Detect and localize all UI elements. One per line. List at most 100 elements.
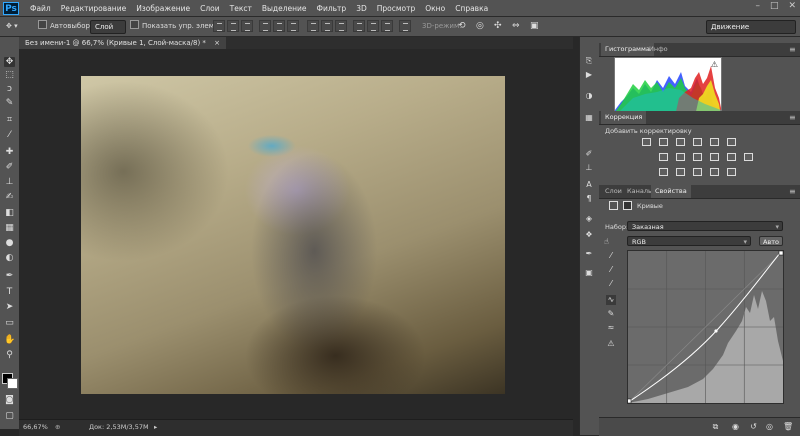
hue-saturation-icon[interactable] — [659, 153, 668, 161]
clone-stamp-icon[interactable]: ⊥ — [4, 177, 15, 187]
canvas-area[interactable] — [19, 49, 573, 419]
menu-select[interactable]: Выделение — [257, 4, 312, 13]
gradient-map-icon[interactable] — [710, 168, 719, 176]
curve-edit-points-icon[interactable]: ∿ — [606, 295, 616, 305]
menu-view[interactable]: Просмотр — [372, 4, 421, 13]
quick-select-tool-icon[interactable]: ✎ — [4, 98, 15, 108]
pen-tool-icon[interactable]: ✒ — [4, 271, 15, 281]
sample-gray-eyedropper-icon[interactable]: ⁄ — [606, 265, 616, 275]
autoselect-dropdown[interactable]: Слой — [90, 20, 126, 34]
clipping-warning-icon[interactable]: ⚠ — [606, 339, 616, 349]
layer-comps-icon[interactable]: ❖ — [583, 229, 595, 240]
channel-mixer-icon[interactable] — [727, 153, 736, 161]
shape-tool-icon[interactable]: ▭ — [4, 318, 15, 328]
clone-source-icon[interactable]: ⊥ — [583, 162, 595, 173]
blur-tool-icon[interactable]: ● — [4, 238, 15, 248]
eyedropper-tool-icon[interactable]: ⁄ — [4, 130, 15, 140]
auto-align-layers-icon[interactable] — [399, 20, 411, 32]
panel-menu-icon[interactable]: ≡ — [785, 43, 800, 56]
3d-roll-icon[interactable]: ◎ — [476, 20, 484, 32]
3d-rotate-icon[interactable]: ⟲ — [458, 20, 466, 32]
history-panel-icon[interactable]: ⎘ — [583, 55, 595, 66]
levels-icon[interactable] — [659, 138, 668, 146]
distribute-right-icon[interactable] — [381, 20, 393, 32]
tab-adjustments[interactable]: Коррекция — [601, 111, 647, 124]
hand-tool-icon[interactable]: ✋ — [4, 335, 15, 345]
menu-filter[interactable]: Фильтр — [312, 4, 352, 13]
vibrance-icon[interactable] — [710, 138, 719, 146]
menu-3d[interactable]: 3D — [351, 4, 372, 13]
gradient-tool-icon[interactable]: ▦ — [4, 223, 15, 233]
actions-panel-icon[interactable]: ▶ — [583, 69, 595, 80]
minimize-button[interactable]: – — [755, 1, 760, 11]
notes-panel-icon[interactable]: ▣ — [583, 267, 595, 278]
menu-layers[interactable]: Слои — [195, 4, 225, 13]
document-tab[interactable]: Без имени-1 @ 66,7% (Кривые 1, Слой-маск… — [19, 37, 227, 49]
align-bottom-icon[interactable] — [241, 20, 253, 32]
distribute-bottom-icon[interactable] — [335, 20, 347, 32]
align-right-icon[interactable] — [287, 20, 299, 32]
panel-menu-icon[interactable]: ≡ — [785, 111, 800, 124]
menu-file[interactable]: Файл — [25, 4, 56, 13]
align-top-icon[interactable] — [213, 20, 225, 32]
workspace-dropdown[interactable]: Движение — [706, 20, 796, 34]
3d-scale-icon[interactable]: ▣ — [530, 20, 539, 32]
eraser-tool-icon[interactable]: ◧ — [4, 208, 15, 218]
show-controls-checkbox[interactable]: Показать упр. элем. — [130, 20, 216, 32]
color-lookup-icon[interactable] — [744, 153, 753, 161]
delete-icon[interactable]: 🗑 — [783, 422, 793, 431]
preset-dropdown[interactable]: Заказная — [627, 221, 783, 232]
auto-button[interactable]: Авто — [759, 236, 783, 246]
photo-filter-icon[interactable] — [710, 153, 719, 161]
distribute-vcenter-icon[interactable] — [321, 20, 333, 32]
screen-mode-icon[interactable]: ▢ — [4, 411, 15, 421]
path-select-icon[interactable]: ➤ — [4, 302, 15, 312]
sample-white-eyedropper-icon[interactable]: ⁄ — [606, 279, 616, 289]
move-tool-preset-icon[interactable]: ✥ ▾ — [6, 20, 18, 32]
crop-tool-icon[interactable]: ⌗ — [4, 115, 15, 125]
3d-slide-icon[interactable]: ⇔ — [512, 20, 520, 32]
warning-icon[interactable]: ⚠ — [711, 60, 718, 69]
layer-mask-icon[interactable] — [623, 201, 632, 210]
3d-panel-icon[interactable]: ◈ — [583, 213, 595, 224]
paths-panel-icon[interactable]: ✒ — [583, 248, 595, 259]
status-settings-icon[interactable]: ⊕ — [55, 423, 60, 431]
curve-smooth-icon[interactable]: ≈ — [606, 323, 616, 333]
brush-panel-icon[interactable]: ✐ — [583, 148, 595, 159]
align-left-icon[interactable] — [259, 20, 271, 32]
marquee-tool-icon[interactable]: ⬚ — [4, 70, 15, 80]
posterize-icon[interactable] — [676, 168, 685, 176]
paragraph-panel-icon[interactable]: ¶ — [583, 193, 595, 204]
menu-edit[interactable]: Редактирование — [56, 4, 131, 13]
move-tool-icon[interactable]: ✥ — [4, 57, 15, 67]
menu-help[interactable]: Справка — [450, 4, 493, 13]
menu-window[interactable]: Окно — [420, 4, 450, 13]
clip-to-layer-icon[interactable]: ⧉ — [711, 422, 720, 431]
close-button[interactable]: ✕ — [788, 1, 796, 11]
view-previous-icon[interactable]: ◉ — [731, 422, 740, 431]
exposure-icon[interactable] — [693, 138, 702, 146]
tab-properties[interactable]: Свойства — [651, 185, 691, 198]
menu-image[interactable]: Изображение — [131, 4, 195, 13]
maximize-button[interactable]: □ — [770, 1, 779, 11]
align-vcenter-icon[interactable] — [227, 20, 239, 32]
black-white-icon[interactable] — [693, 153, 702, 161]
color-balance-icon[interactable] — [676, 153, 685, 161]
menu-type[interactable]: Текст — [225, 4, 257, 13]
status-menu-arrow-icon[interactable]: ▸ — [154, 423, 157, 431]
healing-brush-icon[interactable]: ✚ — [4, 147, 15, 157]
zoom-tool-icon[interactable]: ⚲ — [4, 350, 15, 360]
channel-dropdown[interactable]: RGB — [627, 236, 751, 247]
gradient-triangle-icon[interactable] — [727, 138, 736, 146]
channel-hand-icon[interactable]: ☝ — [604, 237, 609, 246]
curves-icon[interactable] — [676, 138, 685, 146]
brightness-icon[interactable] — [642, 138, 651, 146]
distribute-top-icon[interactable] — [307, 20, 319, 32]
quick-mask-icon[interactable]: ◙ — [4, 395, 15, 405]
document-canvas-image[interactable] — [81, 76, 505, 394]
threshold-icon[interactable] — [693, 168, 702, 176]
sample-black-eyedropper-icon[interactable]: ⁄ — [606, 251, 616, 261]
distribute-left-icon[interactable] — [353, 20, 365, 32]
invert-icon[interactable] — [659, 168, 668, 176]
selective-color-icon[interactable] — [727, 168, 736, 176]
